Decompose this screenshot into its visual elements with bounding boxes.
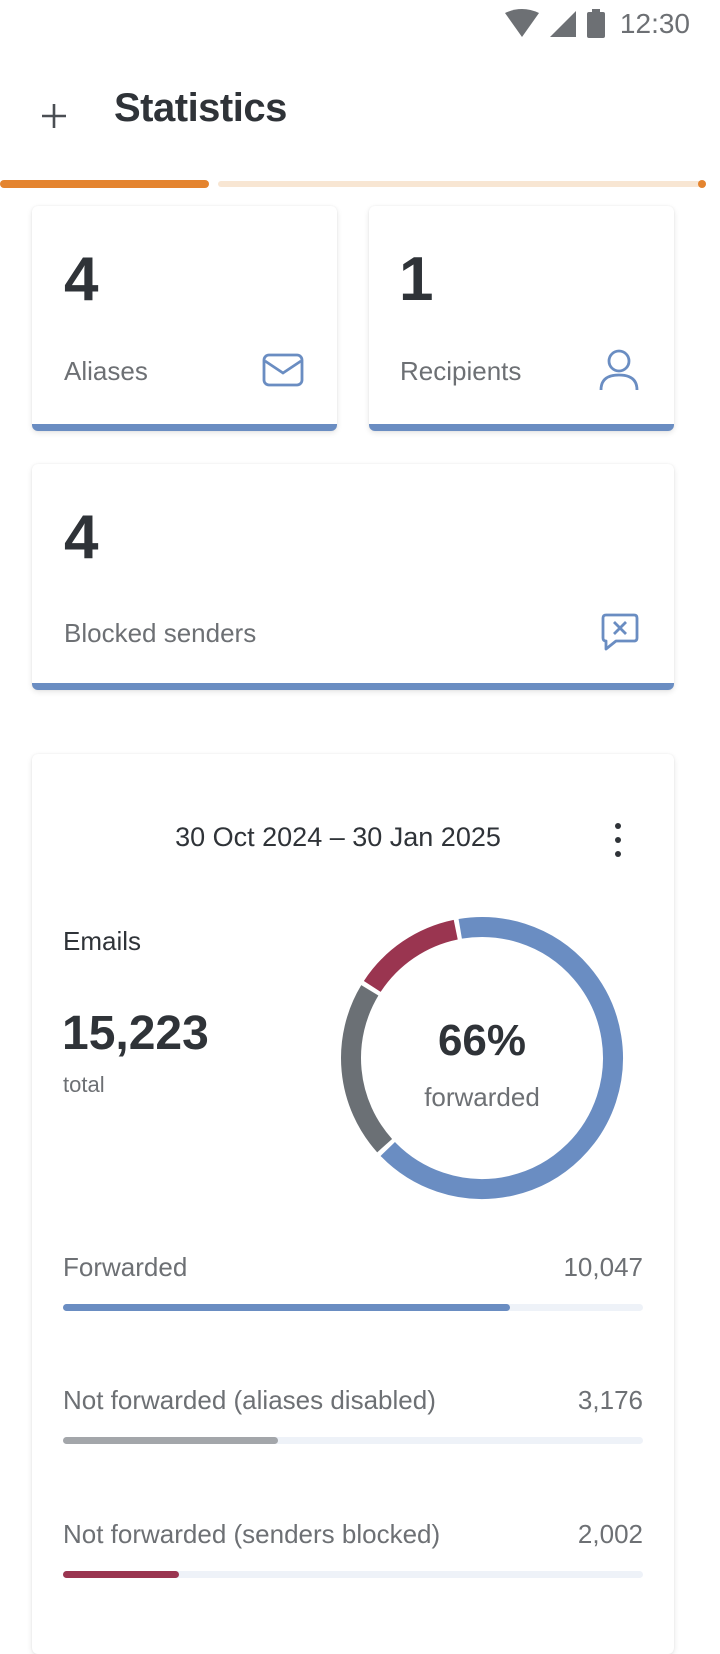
stat-label: Not forwarded (senders blocked): [63, 1519, 441, 1549]
recipients-label: Recipients: [400, 356, 522, 386]
donut-segment-senders-blocked: [363, 919, 458, 993]
more-dot: [615, 851, 621, 857]
emails-label: Emails: [63, 926, 142, 956]
progress-track: [218, 181, 706, 187]
loading-progress: [0, 180, 720, 190]
emails-donut-chart: [341, 917, 623, 1199]
stat-bar-track: [63, 1437, 643, 1444]
date-range: 30 Oct 2024 – 30 Jan 2025: [175, 822, 501, 852]
stat-label: Not forwarded (aliases disabled): [63, 1385, 436, 1415]
app-bar: Statistics: [0, 70, 720, 154]
emails-total-label: total: [63, 1072, 105, 1097]
aliases-count: 4: [64, 245, 99, 314]
stat-bar-track: [63, 1304, 643, 1311]
stat-bar-fill: [63, 1437, 278, 1444]
signal-icon: [549, 11, 576, 37]
battery-icon: [586, 9, 605, 38]
emails-card: 30 Oct 2024 – 30 Jan 2025 Emails 15,223 …: [32, 754, 674, 1654]
recipients-card-accent: [369, 424, 674, 431]
progress-end-dot: [698, 180, 706, 188]
stat-value: 2,002: [577, 1519, 643, 1549]
aliases-card[interactable]: 4 Aliases: [32, 206, 337, 431]
stat-bar-track: [63, 1571, 643, 1578]
emails-total: 15,223: [62, 1007, 209, 1060]
blocked-senders-card[interactable]: 4 Blocked senders: [32, 464, 674, 690]
stat-value: 3,176: [577, 1385, 643, 1415]
page-title: Statistics: [114, 86, 287, 130]
status-icons: 12:30: [504, 8, 690, 40]
more-dot: [615, 823, 621, 829]
stat-value: 10,047: [563, 1252, 643, 1282]
person-icon: [599, 349, 639, 391]
stat-bar-fill: [63, 1304, 510, 1311]
blocked-senders-card-accent: [32, 683, 674, 690]
recipients-count: 1: [399, 245, 434, 314]
wifi-icon: [504, 9, 539, 37]
mail-icon: [262, 353, 304, 387]
more-dot: [615, 837, 621, 843]
status-bar: 12:30: [0, 0, 720, 48]
donut-segment-aliases-disabled: [341, 985, 393, 1153]
stat-label: Forwarded: [63, 1252, 188, 1282]
plus-icon: [42, 104, 66, 128]
add-button[interactable]: [26, 88, 82, 144]
status-time: 12:30: [619, 8, 690, 39]
donut-segment-forwarded: [380, 917, 623, 1199]
blocked-senders-count: 4: [64, 503, 99, 572]
message-block-icon: [601, 613, 639, 651]
stat-bar-fill: [63, 1571, 179, 1578]
recipients-card[interactable]: 1 Recipients: [369, 206, 674, 431]
more-options-button[interactable]: [598, 814, 638, 866]
progress-fill: [0, 180, 209, 188]
aliases-card-accent: [32, 424, 337, 431]
aliases-label: Aliases: [64, 356, 148, 386]
blocked-senders-label: Blocked senders: [64, 618, 257, 648]
